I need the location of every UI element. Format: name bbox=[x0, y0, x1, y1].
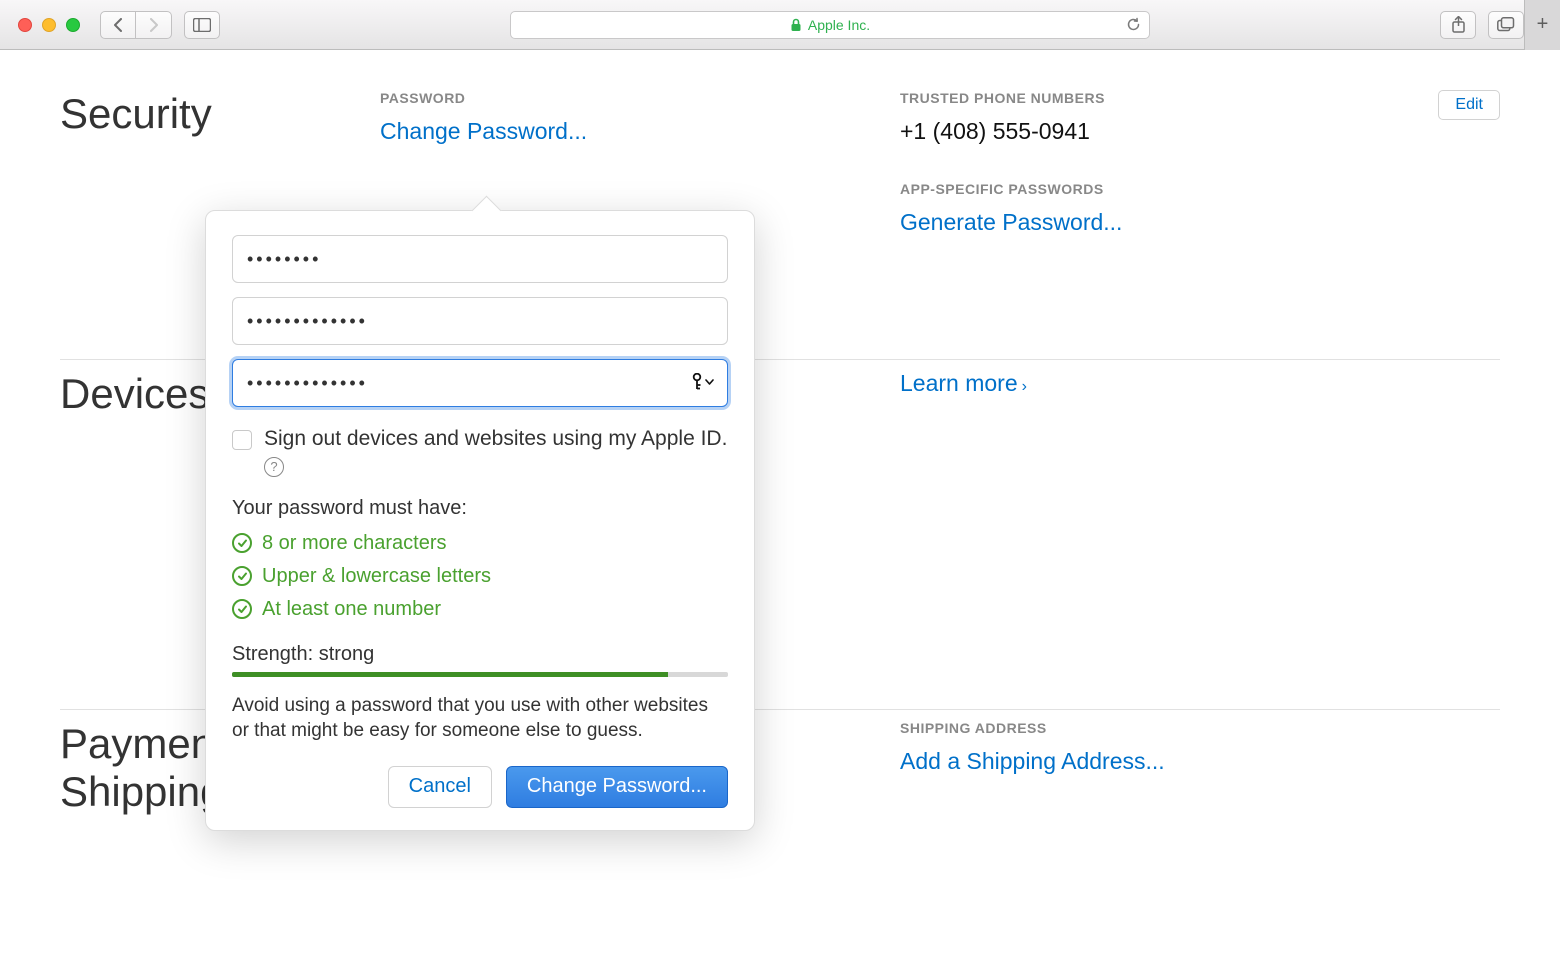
strength-bar bbox=[232, 672, 728, 677]
minimize-window-button[interactable] bbox=[42, 18, 56, 32]
change-password-link[interactable]: Change Password... bbox=[380, 118, 870, 145]
requirements-title: Your password must have: bbox=[232, 497, 728, 520]
generate-password-link[interactable]: Generate Password... bbox=[900, 209, 1390, 236]
lock-icon bbox=[790, 18, 802, 32]
strength-label: Strength: strong bbox=[232, 643, 728, 666]
requirement-1: 8 or more characters bbox=[232, 532, 728, 555]
cancel-button[interactable]: Cancel bbox=[388, 766, 492, 808]
trusted-phone-value: +1 (408) 555-0941 bbox=[900, 118, 1390, 145]
check-icon bbox=[232, 533, 252, 553]
check-icon bbox=[232, 566, 252, 586]
check-icon bbox=[232, 599, 252, 619]
nav-buttons bbox=[100, 11, 172, 39]
current-password-input[interactable] bbox=[232, 235, 728, 283]
signout-checkbox[interactable] bbox=[232, 430, 252, 450]
password-key-icon[interactable] bbox=[691, 373, 714, 391]
app-specific-label: APP-SPECIFIC PASSWORDS bbox=[900, 181, 1390, 197]
trusted-phone-label: TRUSTED PHONE NUMBERS bbox=[900, 90, 1390, 106]
forward-button[interactable] bbox=[136, 11, 172, 39]
reload-button[interactable] bbox=[1126, 17, 1141, 32]
learn-more-link[interactable]: Learn more› bbox=[900, 370, 1027, 396]
confirm-password-input[interactable] bbox=[232, 359, 728, 407]
fullscreen-window-button[interactable] bbox=[66, 18, 80, 32]
sidebar-toggle-button[interactable] bbox=[184, 11, 220, 39]
chevron-down-icon bbox=[705, 379, 714, 386]
address-bar[interactable]: Apple Inc. bbox=[510, 11, 1150, 39]
address-bar-text: Apple Inc. bbox=[808, 17, 870, 33]
tabs-button[interactable] bbox=[1488, 11, 1524, 39]
back-button[interactable] bbox=[100, 11, 136, 39]
toolbar-right bbox=[1440, 11, 1524, 39]
password-advice: Avoid using a password that you use with… bbox=[232, 693, 728, 744]
chevron-right-icon: › bbox=[1022, 378, 1027, 395]
strength-fill bbox=[232, 672, 668, 677]
requirement-3: At least one number bbox=[232, 598, 728, 621]
new-tab-button[interactable]: + bbox=[1524, 0, 1560, 50]
shipping-address-label: SHIPPING ADDRESS bbox=[900, 720, 1390, 736]
change-password-button[interactable]: Change Password... bbox=[506, 766, 728, 808]
change-password-popover: Sign out devices and websites using my A… bbox=[205, 210, 755, 831]
password-label: PASSWORD bbox=[380, 90, 870, 106]
close-window-button[interactable] bbox=[18, 18, 32, 32]
window-controls bbox=[18, 18, 80, 32]
address-bar-container: Apple Inc. bbox=[232, 11, 1428, 39]
new-password-input[interactable] bbox=[232, 297, 728, 345]
add-shipping-link[interactable]: Add a Shipping Address... bbox=[900, 748, 1390, 775]
learn-more-text: Learn more bbox=[900, 370, 1018, 396]
help-icon[interactable]: ? bbox=[264, 457, 284, 477]
share-button[interactable] bbox=[1440, 11, 1476, 39]
signout-label: Sign out devices and websites using my A… bbox=[264, 427, 728, 477]
requirement-2: Upper & lowercase letters bbox=[232, 565, 728, 588]
browser-toolbar: Apple Inc. + bbox=[0, 0, 1560, 50]
edit-security-button[interactable]: Edit bbox=[1438, 90, 1500, 120]
